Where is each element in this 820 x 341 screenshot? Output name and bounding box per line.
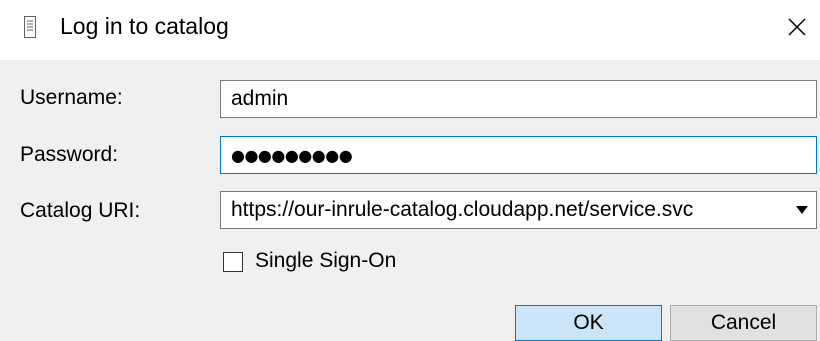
title-bar: Log in to catalog <box>0 0 820 60</box>
cancel-button[interactable]: Cancel <box>670 305 817 341</box>
login-dialog: Log in to catalog Username: admin Passwo… <box>0 0 820 341</box>
close-button[interactable] <box>780 8 816 44</box>
password-label: Password: <box>20 143 119 166</box>
username-label: Username: <box>20 86 123 109</box>
notepad-icon <box>24 16 36 38</box>
single-sign-on-label[interactable]: Single Sign-On <box>255 249 396 273</box>
chevron-down-icon[interactable] <box>796 206 808 214</box>
single-sign-on-checkbox[interactable] <box>223 252 243 272</box>
catalog-uri-select[interactable]: https://our-inrule-catalog.cloudapp.net/… <box>220 191 817 229</box>
username-field[interactable]: admin <box>220 80 817 118</box>
ok-button[interactable]: OK <box>515 305 662 341</box>
dialog-body: Username: admin Password: ●●●●●●●●● Cata… <box>0 60 820 341</box>
catalog-uri-label: Catalog URI: <box>20 199 141 222</box>
close-icon[interactable] <box>780 8 816 44</box>
username-value: admin <box>231 87 289 110</box>
password-field[interactable]: ●●●●●●●●● <box>220 136 817 174</box>
catalog-uri-value: https://our-inrule-catalog.cloudapp.net/… <box>231 198 694 221</box>
password-value: ●●●●●●●●● <box>231 146 353 165</box>
dialog-title: Log in to catalog <box>60 13 229 39</box>
